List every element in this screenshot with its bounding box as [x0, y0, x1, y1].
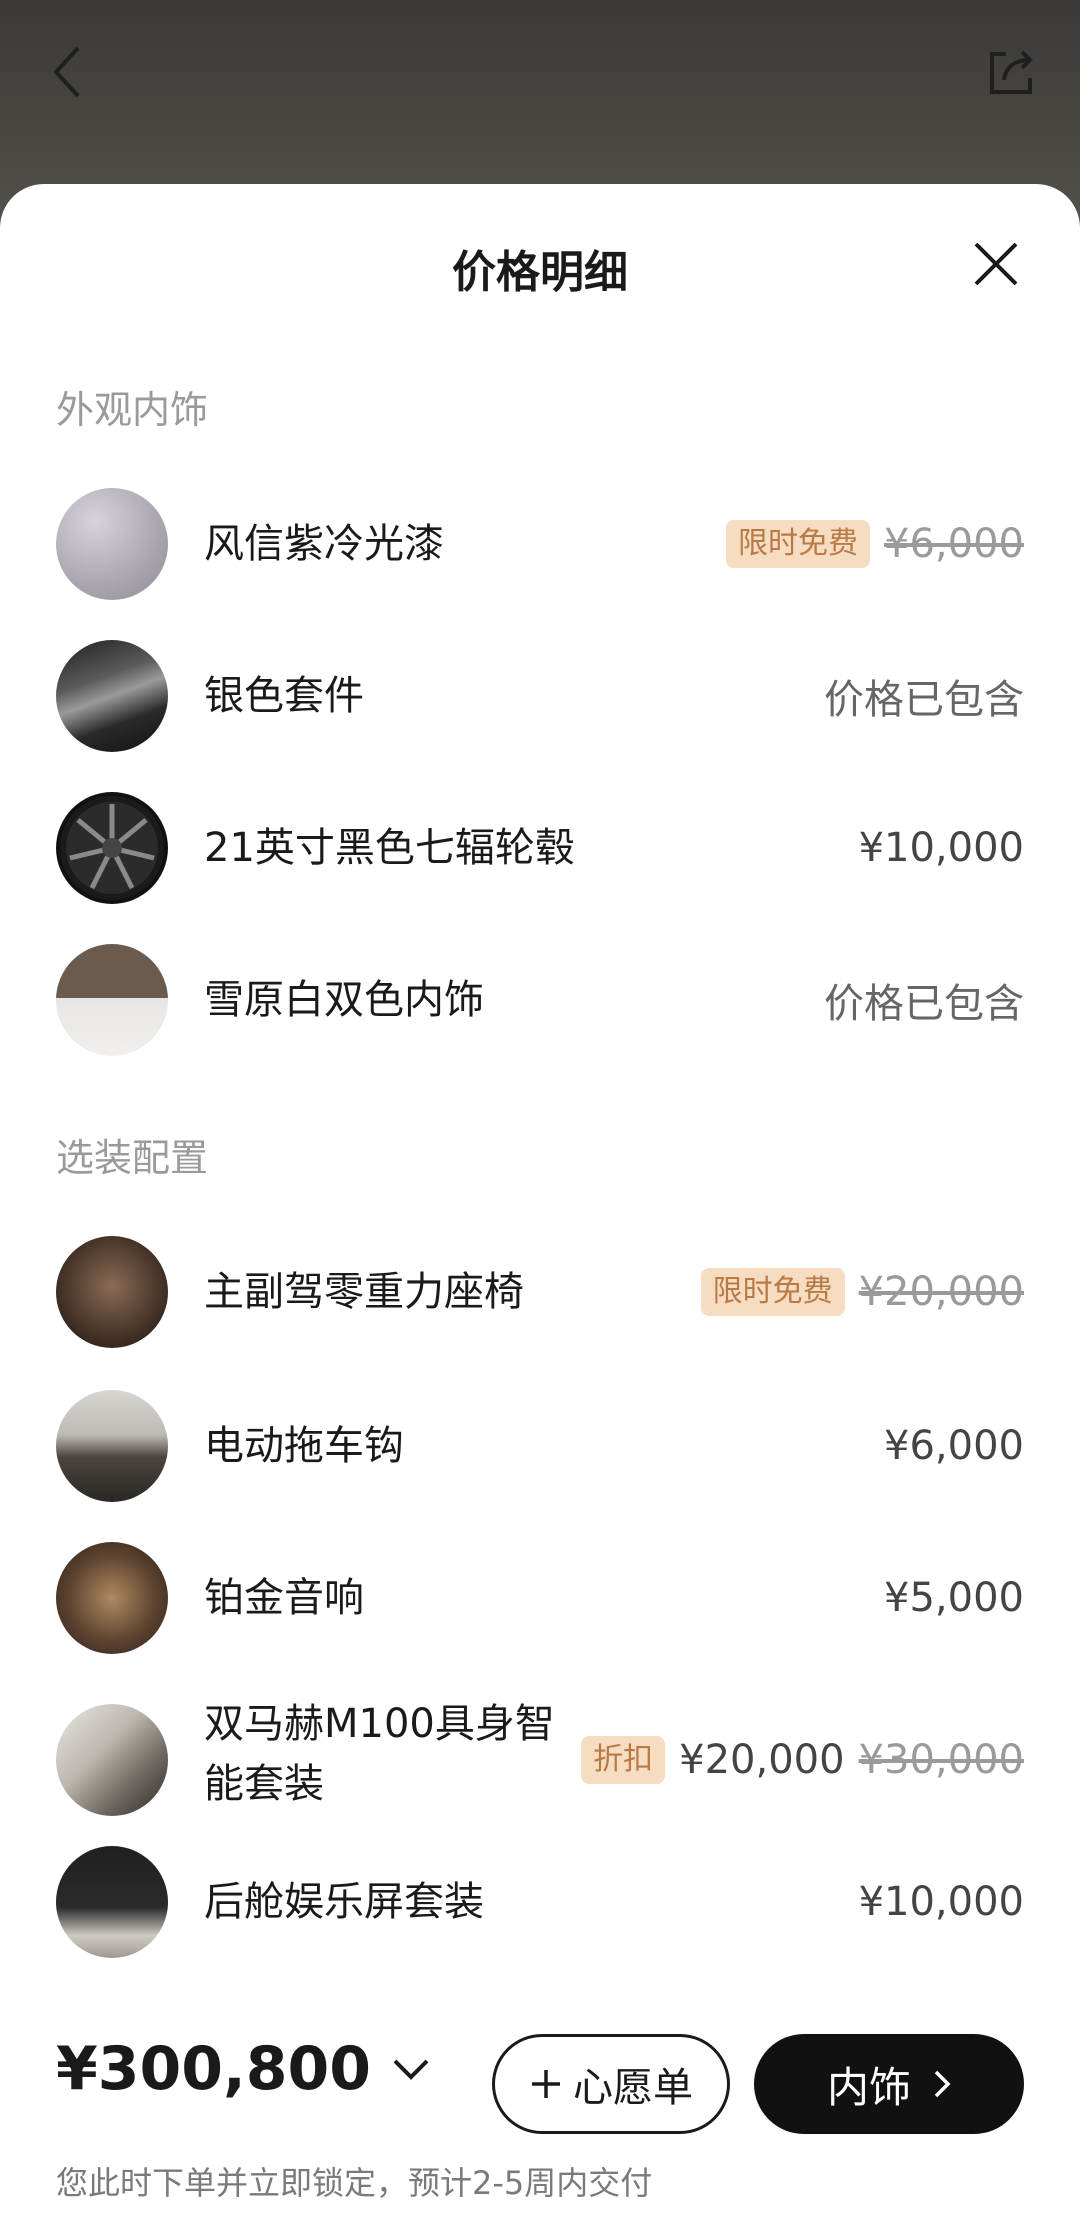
- screen-thumbnail: [56, 1846, 168, 1958]
- chevron-left-icon: [53, 46, 80, 98]
- chevron-down-icon: [393, 2059, 429, 2080]
- item-price: ¥10,000: [858, 825, 1024, 871]
- item-price: 价格已包含: [824, 981, 1024, 1027]
- list-item[interactable]: 雪原白双色内饰 价格已包含: [0, 924, 1080, 1076]
- total-price[interactable]: ¥300,800: [56, 2034, 431, 2104]
- plus-icon: [532, 2070, 560, 2098]
- trim-thumbnail: [56, 640, 168, 752]
- list-item[interactable]: 铂金音响 ¥5,000: [0, 1522, 1080, 1674]
- next-step-label: 内饰: [826, 2062, 911, 2112]
- list-item[interactable]: 主副驾零重力座椅 限时免费 ¥20,000: [0, 1216, 1080, 1368]
- list-item[interactable]: 银色套件 价格已包含: [0, 620, 1080, 772]
- item-label-line: 能套装: [204, 1761, 324, 1807]
- wheel-thumbnail: [56, 792, 168, 904]
- sheet-header: 价格明细: [0, 184, 1080, 344]
- item-label: 电动拖车钩: [204, 1423, 404, 1469]
- original-price: ¥30,000: [858, 1737, 1024, 1783]
- item-label: 铂金音响: [204, 1575, 364, 1621]
- item-label: 双马赫M100具身智 能套装: [204, 1694, 555, 1814]
- item-label-line: 双马赫M100具身智: [204, 1701, 555, 1747]
- next-step-button[interactable]: 内饰: [754, 2034, 1024, 2134]
- promo-badge: 限时免费: [726, 520, 871, 568]
- promo-badge: 限时免费: [700, 1268, 845, 1316]
- section-title-exterior: 外观内饰: [56, 388, 209, 432]
- item-price: ¥6,000: [884, 1423, 1024, 1469]
- paint-thumbnail: [56, 488, 168, 600]
- hitch-thumbnail: [56, 1390, 168, 1502]
- item-label: 后舱娱乐屏套装: [204, 1879, 484, 1925]
- list-item[interactable]: 电动拖车钩 ¥6,000: [0, 1370, 1080, 1522]
- share-icon: [990, 50, 1033, 94]
- wishlist-label: 心愿单: [573, 2065, 693, 2111]
- close-icon: [974, 242, 1018, 286]
- section-title-options: 选装配置: [56, 1136, 209, 1180]
- total-price-value: ¥300,800: [56, 2034, 372, 2104]
- seat-thumbnail: [56, 1236, 168, 1348]
- share-button[interactable]: [980, 40, 1044, 104]
- original-price: ¥20,000: [858, 1269, 1024, 1315]
- list-item[interactable]: 双马赫M100具身智 能套装 折扣 ¥20,000 ¥30,000: [0, 1680, 1080, 1840]
- item-label: 21英寸黑色七辐轮毂: [204, 825, 575, 871]
- wishlist-button[interactable]: 心愿单: [492, 2034, 730, 2134]
- item-label: 主副驾零重力座椅: [204, 1269, 524, 1315]
- item-label: 银色套件: [204, 673, 364, 719]
- list-item[interactable]: 21英寸黑色七辐轮毂 ¥10,000: [0, 772, 1080, 924]
- discount-badge: 折扣: [581, 1736, 666, 1784]
- sheet-title: 价格明细: [452, 247, 628, 298]
- chevron-right-icon: [934, 2070, 951, 2098]
- item-price: 价格已包含: [824, 677, 1024, 723]
- delivery-note: 您此时下单并立即锁定，预计2-5周内交付: [56, 2164, 653, 2202]
- original-price: ¥6,000: [884, 521, 1024, 567]
- item-price: ¥5,000: [884, 1575, 1024, 1621]
- back-button[interactable]: [36, 40, 100, 104]
- close-button[interactable]: [968, 236, 1024, 292]
- item-label: 风信紫冷光漆: [204, 521, 444, 567]
- robot-thumbnail: [56, 1704, 168, 1816]
- item-label: 雪原白双色内饰: [204, 977, 484, 1023]
- list-item[interactable]: 风信紫冷光漆 限时免费 ¥6,000: [0, 468, 1080, 620]
- item-price: ¥20,000: [679, 1737, 845, 1783]
- interior-thumbnail: [56, 944, 168, 1056]
- item-price: ¥10,000: [858, 1879, 1024, 1925]
- list-item[interactable]: 后舱娱乐屏套装 ¥10,000: [0, 1826, 1080, 1978]
- audio-thumbnail: [56, 1542, 168, 1654]
